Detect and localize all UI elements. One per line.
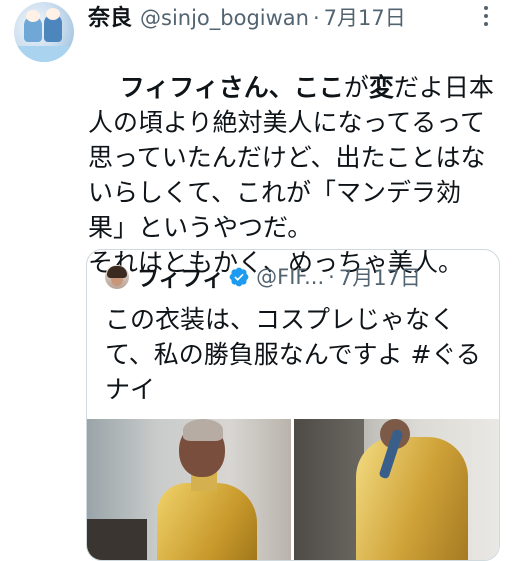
tweet-text-bold-3: 変 bbox=[368, 73, 394, 102]
quoted-tweet-card[interactable]: フィフィ @FIF... · 7月17日 この衣装は、コスプレじゃなくて、私の勝… bbox=[86, 249, 500, 561]
tweet-date[interactable]: 7月17日 bbox=[324, 2, 406, 32]
tweet-text-normal-1: が bbox=[343, 73, 369, 102]
quoted-tweet-date: 7月17日 bbox=[338, 266, 421, 290]
quoted-tweet-text: この衣装は、コスプレじゃなくて、私の勝負服なんですよ #ぐるナイ bbox=[105, 305, 481, 404]
separator-dot: · bbox=[312, 6, 320, 30]
quoted-photo-2[interactable] bbox=[294, 419, 499, 560]
tweet-header: 奈良 @sinjo_bogiwan · 7月17日 bbox=[88, 0, 406, 32]
author-handle[interactable]: @sinjo_bogiwan bbox=[140, 6, 309, 30]
quoted-avatar bbox=[105, 265, 129, 289]
author-name[interactable]: 奈良 bbox=[88, 0, 132, 32]
quoted-photo-1[interactable] bbox=[87, 419, 291, 560]
quoted-tweet-header: フィフィ @FIF... · 7月17日 bbox=[105, 260, 421, 294]
tweet-text-bold-1: フィフィさん、 bbox=[119, 73, 294, 102]
avatar[interactable] bbox=[14, 2, 74, 62]
quoted-author-handle: @FIF... bbox=[256, 265, 325, 289]
verified-badge-icon bbox=[229, 267, 249, 287]
quoted-separator-dot: · bbox=[328, 265, 335, 289]
tweet-text-bold-2: ここ bbox=[293, 73, 344, 102]
quoted-author-name: フィフィ bbox=[137, 267, 225, 292]
more-vertical-icon[interactable] bbox=[476, 6, 496, 26]
tweet-text-normal-2: だよ日本人の頃より絶対美人になってるって思っていたんだけど、出たことはないらしく… bbox=[88, 73, 494, 277]
